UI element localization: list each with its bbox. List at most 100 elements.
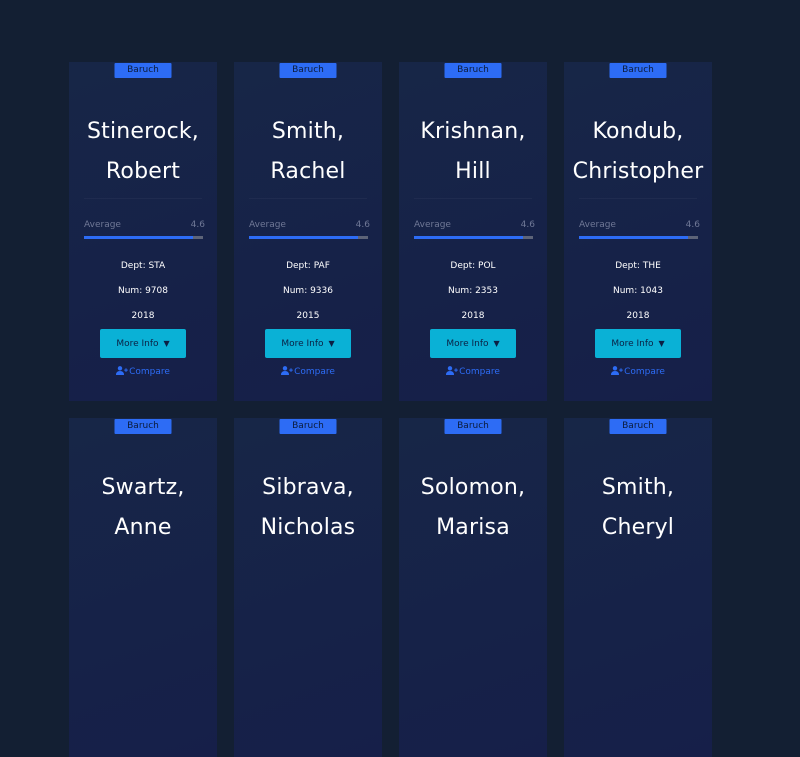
average-row: Average 4.6 xyxy=(249,220,370,234)
more-info-button[interactable]: More Info ▼ xyxy=(430,329,516,358)
professor-last-name: Stinerock, xyxy=(86,119,200,144)
average-bar-fill xyxy=(249,236,359,239)
year: 2018 xyxy=(626,311,650,321)
professor-name: Solomon, Marisa xyxy=(399,468,547,548)
professor-card: Baruch Solomon, Marisa xyxy=(399,418,547,757)
professor-name: Smith, Rachel xyxy=(234,112,382,192)
course-number: Num: 9708 xyxy=(117,286,168,296)
professor-first-name: Anne xyxy=(114,515,172,540)
compare-label: Compare xyxy=(294,367,335,377)
professor-name: Krishnan, Hill xyxy=(399,112,547,192)
average-row: Average 4.6 xyxy=(84,220,205,234)
more-info-label: More Info xyxy=(116,339,159,349)
average-value: 4.6 xyxy=(520,220,535,230)
user-plus-icon xyxy=(446,366,458,375)
school-badge: Baruch xyxy=(609,419,667,434)
divider xyxy=(84,198,202,199)
professor-card: Baruch Stinerock, Robert Average 4.6 Dep… xyxy=(69,62,217,401)
more-info-button[interactable]: More Info ▼ xyxy=(100,329,186,358)
course-number: Num: 9336 xyxy=(282,286,333,296)
school-badge: Baruch xyxy=(279,63,337,78)
divider xyxy=(579,198,697,199)
professor-last-name: Krishnan, xyxy=(420,119,526,144)
user-plus-icon xyxy=(611,366,623,375)
professor-first-name: Marisa xyxy=(436,515,510,540)
school-badge: Baruch xyxy=(279,419,337,434)
professor-card: Baruch Sibrava, Nicholas xyxy=(234,418,382,757)
professor-last-name: Swartz, xyxy=(101,475,185,500)
compare-link[interactable]: Compare xyxy=(399,366,547,377)
more-info-button[interactable]: More Info ▼ xyxy=(265,329,351,358)
professor-card: Baruch Swartz, Anne xyxy=(69,418,217,757)
average-label: Average xyxy=(84,220,121,230)
average-value: 4.6 xyxy=(355,220,370,230)
chevron-down-icon: ▼ xyxy=(328,339,335,348)
professor-first-name: Hill xyxy=(455,159,491,184)
average-value: 4.6 xyxy=(685,220,700,230)
more-info-label: More Info xyxy=(281,339,324,349)
professor-first-name: Rachel xyxy=(270,159,346,184)
professor-last-name: Solomon, xyxy=(420,475,526,500)
school-badge: Baruch xyxy=(444,419,502,434)
course-number: Num: 2353 xyxy=(447,286,498,296)
average-bar xyxy=(579,236,698,239)
average-label: Average xyxy=(414,220,451,230)
user-plus-icon xyxy=(116,366,128,375)
divider xyxy=(414,198,532,199)
average-label: Average xyxy=(579,220,616,230)
professor-first-name: Nicholas xyxy=(260,515,356,540)
professor-last-name: Smith, xyxy=(601,475,675,500)
course-number: Num: 1043 xyxy=(612,286,663,296)
average-bar xyxy=(84,236,203,239)
professor-first-name: Robert xyxy=(105,159,181,184)
average-row: Average 4.6 xyxy=(579,220,700,234)
compare-label: Compare xyxy=(129,367,170,377)
year: 2015 xyxy=(296,311,320,321)
department: Dept: POL xyxy=(450,261,496,271)
professor-name: Stinerock, Robert xyxy=(69,112,217,192)
more-info-label: More Info xyxy=(611,339,654,349)
professor-grid: Baruch Stinerock, Robert Average 4.6 Dep… xyxy=(69,62,712,757)
professor-card: Baruch Krishnan, Hill Average 4.6 Dept: … xyxy=(399,62,547,401)
professor-last-name: Smith, xyxy=(271,119,345,144)
average-row: Average 4.6 xyxy=(414,220,535,234)
school-badge: Baruch xyxy=(609,63,667,78)
average-label: Average xyxy=(249,220,286,230)
compare-link[interactable]: Compare xyxy=(564,366,712,377)
average-bar-fill xyxy=(414,236,524,239)
professor-name: Kondub, Christopher xyxy=(564,112,712,192)
department: Dept: PAF xyxy=(286,261,330,271)
professor-name: Smith, Cheryl xyxy=(564,468,712,548)
more-info-label: More Info xyxy=(446,339,489,349)
professor-first-name: Cheryl xyxy=(601,515,675,540)
department: Dept: STA xyxy=(120,261,166,271)
divider xyxy=(249,198,367,199)
average-bar xyxy=(414,236,533,239)
year: 2018 xyxy=(131,311,155,321)
professor-card: Baruch Smith, Cheryl xyxy=(564,418,712,757)
school-badge: Baruch xyxy=(114,419,172,434)
chevron-down-icon: ▼ xyxy=(493,339,500,348)
school-badge: Baruch xyxy=(114,63,172,78)
compare-link[interactable]: Compare xyxy=(69,366,217,377)
compare-label: Compare xyxy=(624,367,665,377)
chevron-down-icon: ▼ xyxy=(658,339,665,348)
professor-name: Sibrava, Nicholas xyxy=(234,468,382,548)
professor-name: Swartz, Anne xyxy=(69,468,217,548)
compare-link[interactable]: Compare xyxy=(234,366,382,377)
school-badge: Baruch xyxy=(444,63,502,78)
professor-last-name: Sibrava, xyxy=(262,475,354,500)
professor-card: Baruch Kondub, Christopher Average 4.6 D… xyxy=(564,62,712,401)
department: Dept: THE xyxy=(615,261,661,271)
year: 2018 xyxy=(461,311,485,321)
professor-card: Baruch Smith, Rachel Average 4.6 Dept: P… xyxy=(234,62,382,401)
more-info-button[interactable]: More Info ▼ xyxy=(595,329,681,358)
average-value: 4.6 xyxy=(190,220,205,230)
average-bar-fill xyxy=(84,236,194,239)
user-plus-icon xyxy=(281,366,293,375)
average-bar xyxy=(249,236,368,239)
average-bar-fill xyxy=(579,236,689,239)
chevron-down-icon: ▼ xyxy=(163,339,170,348)
compare-label: Compare xyxy=(459,367,500,377)
professor-first-name: Christopher xyxy=(572,159,704,184)
